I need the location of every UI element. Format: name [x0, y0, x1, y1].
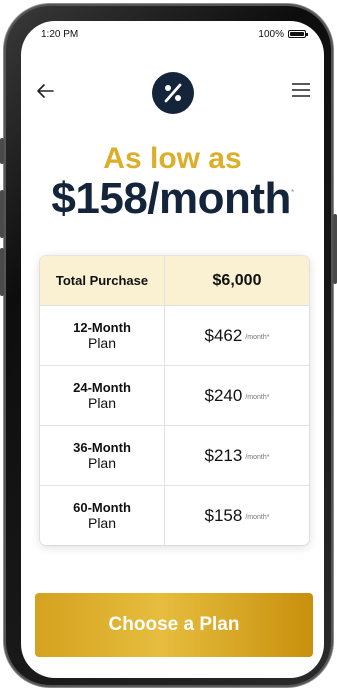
hero-footnote-mark: *: [290, 188, 294, 197]
plan-term: 12-Month: [73, 320, 131, 335]
plan-sub: Plan: [87, 335, 117, 351]
plan-payment: $462 /month*: [165, 306, 309, 365]
total-purchase-label: Total Purchase: [40, 256, 165, 305]
plan-label: 36-Month Plan: [40, 426, 165, 485]
total-purchase-value: $6,000: [212, 271, 262, 289]
pricing-table: Total Purchase $6,000 12-Month Plan $462…: [40, 256, 309, 545]
phone-side-button: [0, 138, 4, 164]
plan-per-month: /month*: [245, 454, 270, 461]
battery-icon: [288, 30, 308, 38]
plan-amount: $213: [204, 445, 243, 465]
battery-percent: 100%: [258, 28, 284, 40]
phone-frame: 1:20 PM 100% As low as $158/month* Total…: [0, 4, 337, 687]
phone-side-button: [333, 214, 337, 284]
status-bar: 1:20 PM 100%: [21, 21, 324, 47]
hero-price-text: $158/month: [51, 174, 291, 223]
plan-payment: $158 /month*: [165, 486, 309, 545]
status-time: 1:20 PM: [41, 28, 79, 40]
nav-bar: [21, 67, 324, 117]
plan-row[interactable]: 24-Month Plan $240 /month*: [40, 365, 309, 425]
plan-per-month: /month*: [245, 334, 270, 341]
plan-term: 36-Month: [73, 440, 131, 455]
brand-logo[interactable]: [152, 72, 194, 114]
plan-sub: Plan: [87, 455, 117, 471]
pricing-header-row: Total Purchase $6,000: [40, 256, 309, 305]
screen: 1:20 PM 100% As low as $158/month* Total…: [21, 21, 324, 678]
hero-price: $158/month*: [21, 174, 324, 224]
plan-label: 24-Month Plan: [40, 366, 165, 425]
plan-payment: $240 /month*: [165, 366, 309, 425]
plan-row[interactable]: 36-Month Plan $213 /month*: [40, 425, 309, 485]
plan-term: 60-Month: [73, 500, 131, 515]
plan-per-month: /month*: [245, 394, 270, 401]
plan-payment: $213 /month*: [165, 426, 309, 485]
choose-plan-button[interactable]: Choose a Plan: [35, 593, 313, 657]
plan-sub: Plan: [87, 395, 117, 411]
plan-amount: $240: [204, 385, 243, 405]
percent-icon: [164, 83, 182, 103]
plan-row[interactable]: 60-Month Plan $158 /month*: [40, 485, 309, 545]
plan-label: 12-Month Plan: [40, 306, 165, 365]
phone-side-button: [0, 248, 4, 296]
battery-status: 100%: [258, 28, 308, 40]
plan-sub: Plan: [87, 515, 117, 531]
plan-per-month: /month*: [245, 514, 270, 521]
plan-term: 24-Month: [73, 380, 131, 395]
phone-side-button: [0, 190, 4, 238]
plan-amount: $462: [204, 325, 243, 345]
plan-amount: $158: [204, 505, 243, 525]
hero-tagline: As low as: [103, 142, 242, 175]
arrow-left-icon[interactable]: [35, 81, 55, 101]
plan-label: 60-Month Plan: [40, 486, 165, 545]
plan-row[interactable]: 12-Month Plan $462 /month*: [40, 305, 309, 365]
hamburger-icon[interactable]: [292, 83, 310, 97]
